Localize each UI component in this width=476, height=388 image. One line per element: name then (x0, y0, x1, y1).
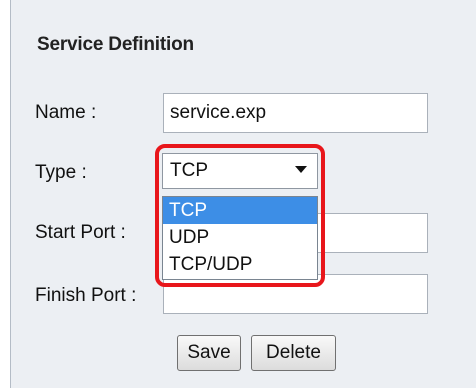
type-label: Type : (35, 162, 87, 183)
start-port-label: Start Port : (35, 222, 126, 243)
section-title: Service Definition (37, 34, 194, 55)
name-field[interactable]: service.exp (163, 93, 428, 133)
name-label: Name : (35, 102, 97, 123)
delete-button[interactable]: Delete (251, 335, 336, 371)
finish-port-label: Finish Port : (35, 285, 137, 306)
annotation-highlight-box (155, 144, 325, 287)
save-button[interactable]: Save (177, 335, 241, 371)
